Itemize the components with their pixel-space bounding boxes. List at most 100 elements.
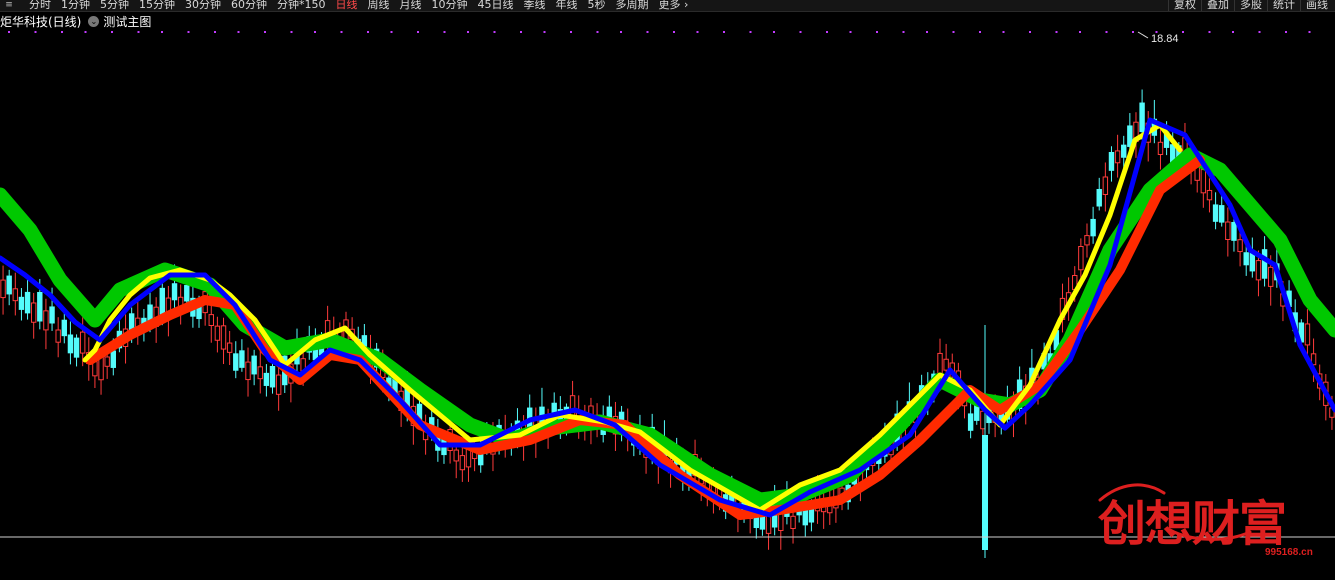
event-marker <box>367 31 369 33</box>
candle-body <box>569 395 576 418</box>
candle-body <box>110 350 116 368</box>
candle-body <box>1121 144 1127 158</box>
tab-more[interactable]: 更多 › <box>654 0 694 11</box>
tab-5min[interactable]: 5分钟 <box>95 0 134 11</box>
candle-body <box>1206 189 1213 201</box>
candle-body <box>1267 266 1274 287</box>
chevron-right-icon: › <box>680 0 689 11</box>
tab-min150[interactable]: 分钟*150 <box>272 0 331 11</box>
draw-line-button[interactable]: 画线 <box>1300 0 1333 11</box>
event-marker <box>696 31 699 33</box>
event-marker <box>749 31 752 33</box>
event-marker <box>111 31 113 33</box>
event-marker <box>34 31 37 33</box>
event-marker <box>467 31 469 33</box>
event-marker <box>84 31 87 33</box>
tab-fenshi[interactable]: 分时 <box>24 0 56 11</box>
candle-body <box>1090 218 1096 237</box>
event-marker <box>596 31 599 33</box>
timeframe-toolbar: ≡ 分时 1分钟 5分钟 15分钟 30分钟 60分钟 分钟*150 日线 周线… <box>0 0 1335 12</box>
indicator-selector[interactable]: ⌄ 测试主图 <box>88 13 151 30</box>
event-marker <box>1285 31 1287 33</box>
candle-body <box>257 366 263 380</box>
candle-body <box>459 455 466 471</box>
event-marker <box>520 31 522 33</box>
event-marker <box>799 31 802 33</box>
tab-multi-period[interactable]: 多周期 <box>611 0 654 11</box>
menu-icon[interactable]: ≡ <box>4 0 14 10</box>
event-marker <box>161 31 163 33</box>
candle-body <box>49 306 55 324</box>
event-marker <box>570 31 572 33</box>
candle-body <box>1108 151 1115 171</box>
event-marker <box>417 31 419 33</box>
event-marker <box>443 31 446 33</box>
candle-body <box>1157 141 1164 155</box>
candle-body <box>1304 323 1311 346</box>
watermark-site: 995168.cn <box>1265 547 1313 558</box>
tab-45day[interactable]: 45日线 <box>473 0 519 11</box>
event-marker <box>773 31 775 33</box>
event-marker <box>979 31 981 33</box>
candle-body <box>24 291 31 314</box>
tab-1min[interactable]: 1分钟 <box>56 0 95 11</box>
candle-body <box>239 350 245 368</box>
event-marker <box>8 31 10 33</box>
candle-body <box>98 356 104 381</box>
candle-body <box>214 325 221 341</box>
candle-body <box>61 319 68 337</box>
tab-5sec[interactable]: 5秒 <box>583 0 611 11</box>
candle-body <box>220 325 227 350</box>
event-marker <box>952 31 955 33</box>
event-marker <box>926 31 928 33</box>
tab-weekly[interactable]: 周线 <box>363 0 395 11</box>
event-marker <box>1308 31 1311 33</box>
candle-body <box>1237 239 1243 253</box>
candle-body <box>67 334 74 354</box>
candle-body <box>1261 249 1268 279</box>
candle-body <box>245 361 251 381</box>
tab-quarterly[interactable]: 季线 <box>519 0 551 11</box>
candle-body <box>1255 260 1262 281</box>
candle-body <box>1114 150 1121 164</box>
candle-body <box>79 331 86 354</box>
tab-daily[interactable]: 日线 <box>331 0 363 11</box>
candle-body <box>1243 252 1249 266</box>
event-marker <box>826 31 828 33</box>
tab-10min[interactable]: 10分钟 <box>427 0 473 11</box>
timeframe-tabs: ≡ 分时 1分钟 5分钟 15分钟 30分钟 60分钟 分钟*150 日线 周线… <box>4 0 693 11</box>
candle-body <box>73 337 80 358</box>
tab-15min[interactable]: 15分钟 <box>134 0 180 11</box>
tab-30min[interactable]: 30分钟 <box>180 0 226 11</box>
candle-body <box>1139 102 1145 133</box>
candle-body <box>92 361 98 377</box>
event-marker <box>1182 31 1184 33</box>
candle-body <box>171 283 178 301</box>
event-marker <box>620 31 622 33</box>
candle-body <box>104 356 110 367</box>
event-marker <box>187 31 190 33</box>
tab-yearly[interactable]: 年线 <box>551 0 583 11</box>
restore-rights-button[interactable]: 复权 <box>1168 0 1201 11</box>
event-marker <box>1258 31 1261 33</box>
overlay-button[interactable]: 叠加 <box>1201 0 1234 11</box>
event-marker <box>1132 31 1134 33</box>
candle-body <box>453 449 459 462</box>
candle-body <box>0 279 6 299</box>
event-marker <box>876 31 878 33</box>
candle-body <box>208 314 214 327</box>
multi-stock-button[interactable]: 多股 <box>1234 0 1267 11</box>
candle-body <box>233 353 239 371</box>
event-marker <box>849 31 852 33</box>
kline-chart[interactable]: 18.84 创想财富995168.cn <box>0 30 1335 580</box>
tab-60min[interactable]: 60分钟 <box>226 0 272 11</box>
candle-body <box>275 374 282 395</box>
event-marker <box>237 31 240 33</box>
event-marker <box>1232 31 1234 33</box>
event-marker <box>723 31 725 33</box>
candle-body <box>1231 221 1237 241</box>
tab-monthly[interactable]: 月线 <box>395 0 427 11</box>
statistics-button[interactable]: 统计 <box>1267 0 1300 11</box>
chevron-down-icon: ⌄ <box>88 16 100 27</box>
candle-body <box>251 355 257 375</box>
